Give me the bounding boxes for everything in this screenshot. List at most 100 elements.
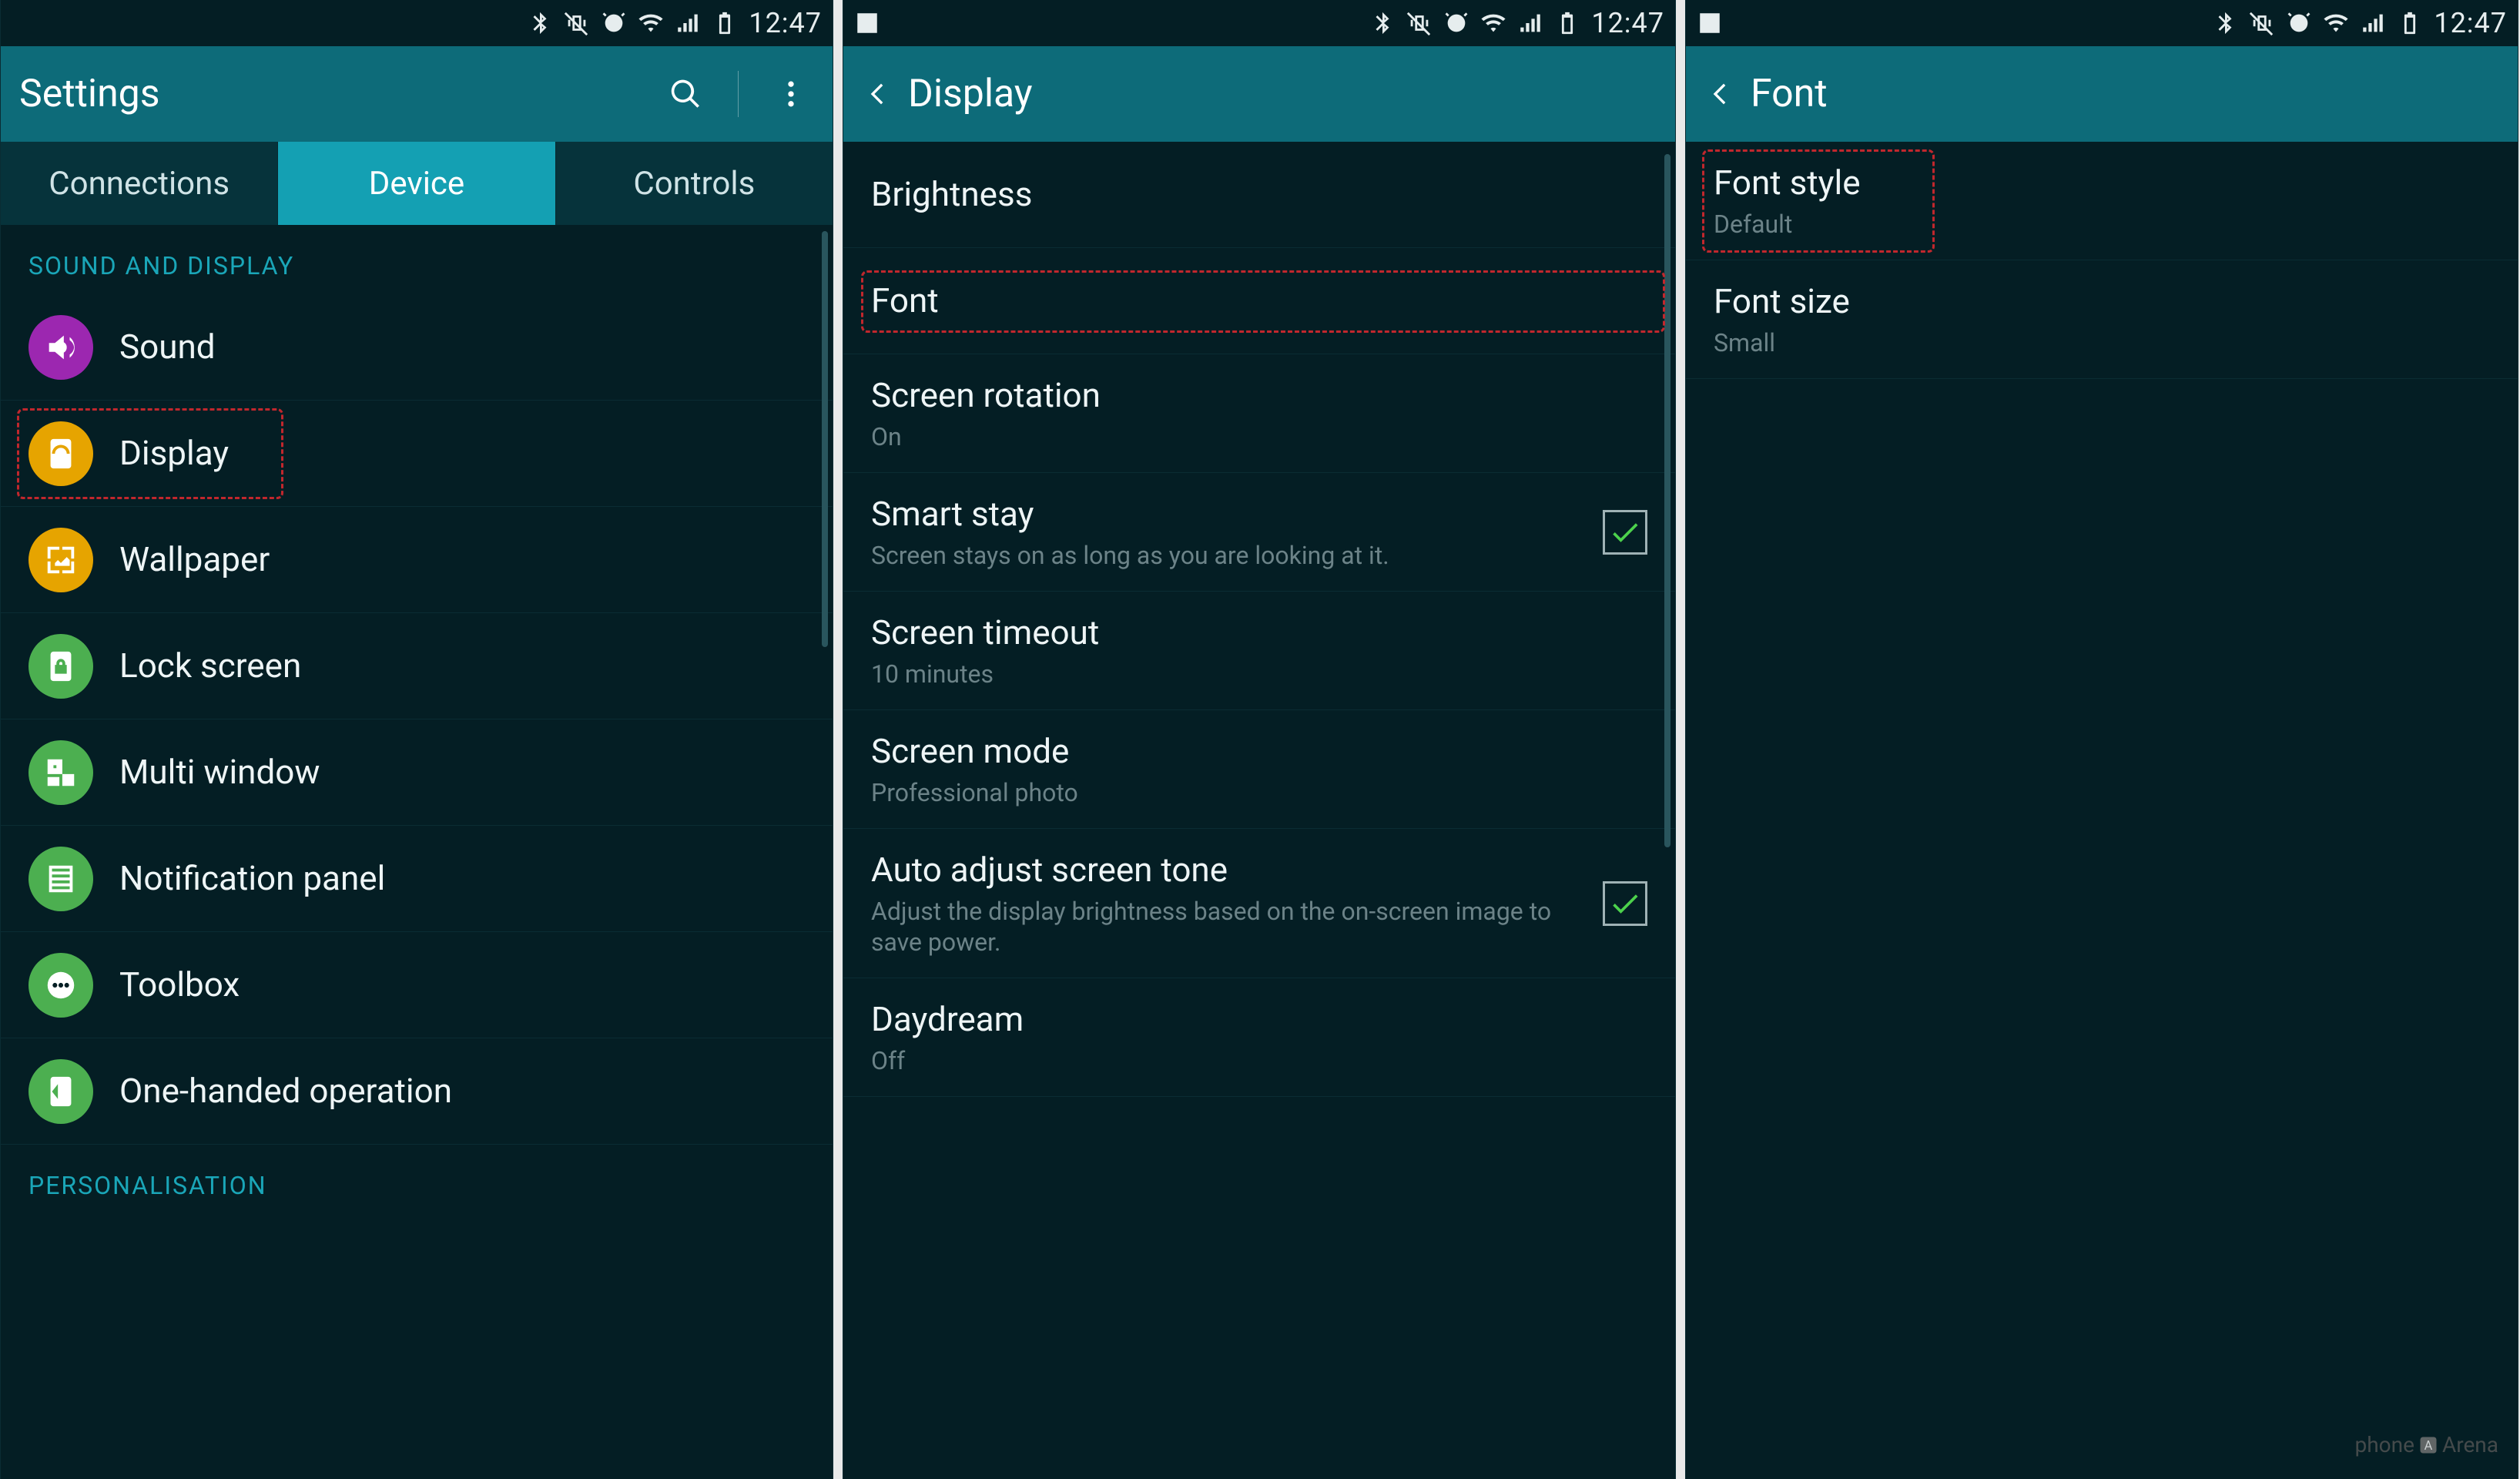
row-title: Screen rotation: [871, 374, 1647, 417]
back-icon[interactable]: [862, 71, 893, 117]
bluetooth-icon: [2212, 10, 2238, 36]
actionbar-title: Settings: [19, 72, 160, 116]
row-subtitle: 10 minutes: [871, 659, 1647, 689]
multiwindow-icon: [28, 740, 93, 805]
lockscreen-icon: [28, 634, 93, 699]
list-item[interactable]: Screen rotation On: [843, 354, 1675, 473]
status-clock: 12:47: [2434, 7, 2507, 39]
signal-icon: [675, 10, 701, 36]
status-bar: 12:47: [1686, 0, 2518, 46]
list-item[interactable]: Sound: [1, 294, 833, 401]
mute-vibrate-icon: [1406, 10, 1433, 36]
checkbox[interactable]: [1603, 510, 1647, 555]
list-item[interactable]: Toolbox: [1, 932, 833, 1038]
list-item[interactable]: Notification panel: [1, 826, 833, 932]
wifi-icon: [638, 10, 664, 36]
battery-icon: [2397, 10, 2423, 36]
wifi-icon: [2323, 10, 2349, 36]
row-subtitle: On: [871, 421, 1647, 452]
tab-device[interactable]: Device: [278, 142, 555, 225]
section-header: PERSONALISATION: [1, 1145, 833, 1214]
list-item[interactable]: Multi window: [1, 719, 833, 826]
display-icon: [28, 421, 93, 486]
list[interactable]: SOUND AND DISPLAYSoundDisplay Wallpaper Lo…: [1, 225, 833, 1479]
tab-controls[interactable]: Controls: [556, 142, 833, 225]
sound-icon: [28, 315, 93, 380]
alarm-icon: [1443, 10, 1469, 36]
row-title: Brightness: [871, 173, 1647, 216]
list-item[interactable]: Font: [843, 248, 1675, 354]
alarm-icon: [2286, 10, 2312, 36]
list-item[interactable]: Wallpaper: [1, 507, 833, 613]
signal-icon: [2360, 10, 2386, 36]
back-icon[interactable]: [1704, 71, 1735, 117]
row-subtitle: Small: [1714, 327, 2490, 358]
mute-vibrate-icon: [564, 10, 590, 36]
actionbar-title: Display: [908, 72, 1033, 116]
status-clock: 12:47: [749, 7, 822, 39]
notifpanel-icon: [28, 847, 93, 911]
phonearena-watermark: phoneAArena: [2355, 1432, 2498, 1457]
actionbar-divider: [738, 71, 739, 117]
phone-screen-display: 12:47 Display Brightness Font Screen rotatio…: [843, 0, 1676, 1479]
battery-icon: [712, 10, 738, 36]
list-item[interactable]: Smart stay Screen stays on as long as you…: [843, 473, 1675, 592]
phone-screen-settings: 12:47 Settings ConnectionsDeviceControlsSO…: [0, 0, 833, 1479]
actionbar-title: Font: [1751, 72, 1828, 116]
bluetooth-icon: [527, 10, 553, 36]
overflow-icon[interactable]: [768, 71, 814, 117]
checkbox[interactable]: [1603, 881, 1647, 926]
list-item[interactable]: Lock screen: [1, 613, 833, 719]
phone-screen-font: 12:47 Font Font style Default Font size Small: [1685, 0, 2518, 1479]
row-subtitle: Screen stays on as long as you are looki…: [871, 540, 1577, 571]
status-bar: 12:47: [843, 0, 1675, 46]
row-title: Multi window: [119, 751, 805, 793]
list-item[interactable]: Screen timeout 10 minutes: [843, 592, 1675, 710]
list-item[interactable]: Font style Default: [1686, 142, 2518, 260]
row-title: Font size: [1714, 280, 2490, 323]
search-icon[interactable]: [662, 71, 709, 117]
image-icon: [854, 10, 880, 36]
row-title: Screen mode: [871, 730, 1647, 773]
list-item[interactable]: One-handed operation: [1, 1038, 833, 1145]
row-title: Toolbox: [119, 964, 805, 1006]
row-title: Lock screen: [119, 645, 805, 687]
row-title: Screen timeout: [871, 612, 1647, 654]
bluetooth-icon: [1369, 10, 1396, 36]
status-clock: 12:47: [1591, 7, 1664, 39]
action-bar: Font: [1686, 46, 2518, 142]
section-header: SOUND AND DISPLAY: [1, 225, 833, 294]
row-title: One-handed operation: [119, 1070, 805, 1112]
row-subtitle: Professional photo: [871, 777, 1647, 808]
row-subtitle: Adjust the display brightness based on t…: [871, 896, 1577, 957]
list-item[interactable]: Auto adjust screen tone Adjust the displa…: [843, 829, 1675, 978]
scrollbar[interactable]: [822, 231, 828, 647]
toolbox-icon: [28, 953, 93, 1018]
row-title: Font style: [1714, 162, 2490, 204]
list-item[interactable]: Display: [1, 401, 833, 507]
scrollbar[interactable]: [1664, 154, 1671, 847]
svg-text:A: A: [2424, 1437, 2433, 1452]
onehanded-icon: [28, 1059, 93, 1124]
list-item[interactable]: Font size Small: [1686, 260, 2518, 379]
row-title: Wallpaper: [119, 538, 805, 581]
list-item[interactable]: Brightness: [843, 142, 1675, 248]
wifi-icon: [1480, 10, 1506, 36]
action-bar: Display: [843, 46, 1675, 142]
tab-connections[interactable]: Connections: [1, 142, 278, 225]
row-title: Notification panel: [119, 857, 805, 900]
alarm-icon: [601, 10, 627, 36]
tabs: ConnectionsDeviceControls: [1, 142, 833, 225]
list[interactable]: Font style Default Font size Small: [1686, 142, 2518, 1479]
row-title: Auto adjust screen tone: [871, 849, 1577, 891]
watermark-left: phone: [2355, 1432, 2414, 1457]
battery-icon: [1554, 10, 1580, 36]
list[interactable]: Brightness Font Screen rotation On Smart sta…: [843, 142, 1675, 1479]
row-subtitle: Default: [1714, 209, 2490, 240]
list-item[interactable]: Screen mode Professional photo: [843, 710, 1675, 829]
row-title: Smart stay: [871, 493, 1577, 535]
row-title: Font: [871, 280, 1647, 322]
list-item[interactable]: DaydreamOff: [843, 978, 1675, 1097]
action-bar: Settings: [1, 46, 833, 142]
status-bar: 12:47: [1, 0, 833, 46]
